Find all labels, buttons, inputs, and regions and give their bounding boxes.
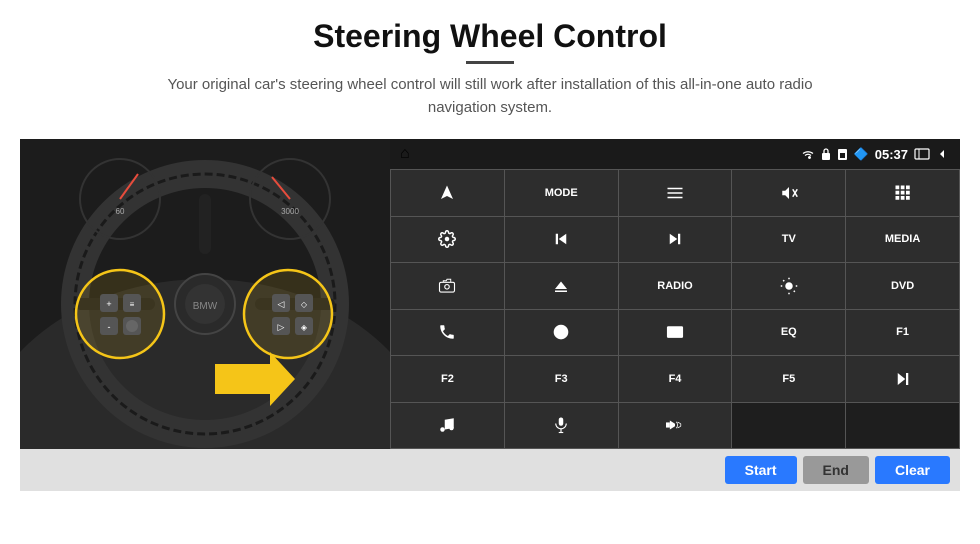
nav-icon [438, 184, 456, 202]
screen2-icon [666, 323, 684, 341]
svg-text:▷: ▷ [278, 322, 285, 332]
mute-icon [780, 184, 798, 202]
f4-btn[interactable]: F4 [619, 356, 732, 402]
start-button[interactable]: Start [725, 456, 797, 484]
title-section: Steering Wheel Control Your original car… [20, 18, 960, 133]
tv-btn[interactable]: TV [732, 217, 845, 263]
eq-btn[interactable]: EQ [732, 310, 845, 356]
mic-icon [552, 416, 570, 434]
mute-btn[interactable] [732, 170, 845, 216]
svg-text:+: + [106, 299, 111, 309]
action-bar: Start End Clear [20, 449, 960, 491]
screen2-btn[interactable] [619, 310, 732, 356]
apps-icon [894, 184, 912, 202]
title-divider [466, 61, 514, 64]
svg-text:BMW: BMW [193, 301, 218, 312]
next-icon [666, 230, 684, 248]
empty-cell-1 [732, 403, 845, 449]
sim-icon [837, 148, 848, 161]
cam360-icon [438, 277, 456, 295]
music-icon [438, 416, 456, 434]
mode-btn[interactable]: MODE [505, 170, 618, 216]
prev-btn[interactable] [505, 217, 618, 263]
button-grid: MODE [390, 169, 960, 449]
svg-text:3000: 3000 [281, 207, 299, 216]
f1-btn[interactable]: F1 [846, 310, 959, 356]
apps-btn[interactable] [846, 170, 959, 216]
steering-wheel-image: BMW + - ≡ ◁ ▷ [20, 139, 390, 449]
brightness-icon [780, 277, 798, 295]
empty-cell-2 [846, 403, 959, 449]
list-icon [666, 184, 684, 202]
phone-icon [438, 323, 456, 341]
eject-btn[interactable] [505, 263, 618, 309]
nav-btn[interactable] [391, 170, 504, 216]
control-panel: ⌂ [390, 139, 960, 449]
status-time: 05:37 [875, 147, 908, 162]
playpause-btn[interactable] [846, 356, 959, 402]
f5-btn[interactable]: F5 [732, 356, 845, 402]
mic-btn[interactable] [505, 403, 618, 449]
clear-button[interactable]: Clear [875, 456, 950, 484]
status-bar: ⌂ [390, 139, 960, 169]
settings-btn[interactable] [391, 217, 504, 263]
volphone-btn[interactable] [619, 403, 732, 449]
cam360-btn[interactable] [391, 263, 504, 309]
settings-icon [438, 230, 456, 248]
svg-text:◈: ◈ [301, 323, 308, 332]
bt-icon: 🔷 [854, 147, 869, 161]
next-btn[interactable] [619, 217, 732, 263]
svg-text:60: 60 [116, 207, 125, 216]
radio-btn[interactable]: RADIO [619, 263, 732, 309]
volphone-icon [666, 416, 684, 434]
page-subtitle: Your original car's steering wheel contr… [140, 74, 840, 119]
list-btn[interactable] [619, 170, 732, 216]
music-btn[interactable] [391, 403, 504, 449]
svg-text:≡: ≡ [130, 300, 135, 309]
content-row: BMW + - ≡ ◁ ▷ [20, 139, 960, 449]
back-icon[interactable] [936, 148, 950, 160]
playpause-icon [894, 370, 912, 388]
lock-icon [821, 148, 831, 161]
phone-btn[interactable] [391, 310, 504, 356]
f3-btn[interactable]: F3 [505, 356, 618, 402]
svg-text:◁: ◁ [278, 299, 285, 309]
svg-text:-: - [108, 322, 111, 332]
svg-text:◇: ◇ [301, 300, 308, 309]
media-btn[interactable]: MEDIA [846, 217, 959, 263]
prev-icon [552, 230, 570, 248]
status-right: 🔷 05:37 [801, 147, 950, 162]
gps-icon [552, 323, 570, 341]
gps-btn[interactable] [505, 310, 618, 356]
f2-btn[interactable]: F2 [391, 356, 504, 402]
dvd-btn[interactable]: DVD [846, 263, 959, 309]
page-wrapper: Steering Wheel Control Your original car… [0, 0, 980, 544]
eject-icon [552, 277, 570, 295]
screen-icon [914, 148, 930, 160]
end-button[interactable]: End [803, 456, 869, 484]
brightness-btn[interactable] [732, 263, 845, 309]
page-title: Steering Wheel Control [20, 18, 960, 55]
home-icon[interactable]: ⌂ [400, 145, 410, 163]
wifi-icon [801, 148, 815, 160]
